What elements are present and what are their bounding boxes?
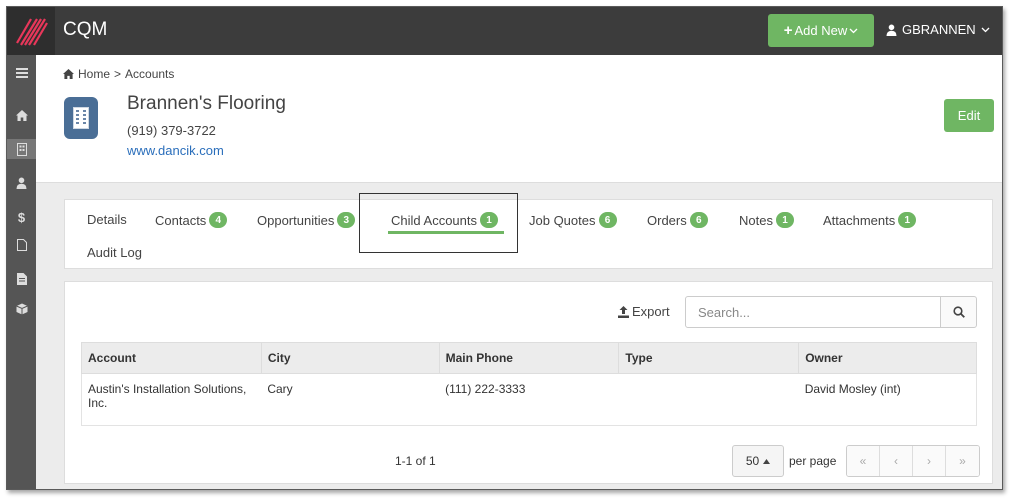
home-icon[interactable]	[7, 105, 36, 125]
tab-attachments[interactable]: Attachments 1	[823, 212, 917, 228]
account-header: Home > Accounts Brannen's Flooring (919)…	[36, 55, 1002, 183]
search-icon	[952, 306, 965, 318]
count-badge: 6	[598, 212, 617, 228]
breadcrumb-separator: >	[114, 67, 122, 81]
user-menu[interactable]: GBRANNEN	[886, 22, 990, 37]
tab-opportunities[interactable]: Opportunities 3	[257, 212, 356, 228]
home-icon[interactable]	[63, 69, 74, 79]
highlight-box	[359, 193, 518, 253]
export-button[interactable]: Export	[618, 304, 670, 319]
per-page-select[interactable]: 50	[732, 445, 784, 477]
tab-label: Job Quotes	[529, 212, 596, 228]
export-label: Export	[632, 304, 670, 319]
tab-contacts[interactable]: Contacts 4	[155, 212, 228, 228]
app-window: CQM + Add New GBRANNEN $ Home > Accounts…	[6, 6, 1003, 490]
count-badge: 4	[209, 212, 228, 228]
pagination-range: 1-1 of 1	[395, 454, 436, 468]
chevron-down-icon	[849, 28, 858, 33]
user-name: GBRANNEN	[902, 22, 976, 37]
table-header-row: Account City Main Phone Type Owner	[81, 342, 977, 374]
last-page-button[interactable]: »	[946, 446, 979, 476]
per-page-value: 50	[745, 454, 760, 468]
account-name: Brannen's Flooring	[127, 93, 286, 114]
tab-label: Details	[87, 212, 127, 227]
top-bar: CQM + Add New GBRANNEN	[7, 7, 1002, 55]
first-page-button[interactable]: «	[847, 446, 880, 476]
edit-button[interactable]: Edit	[944, 99, 994, 132]
cell-account[interactable]: Austin's Installation Solutions, Inc.	[81, 373, 262, 426]
tab-label: Opportunities	[257, 212, 335, 228]
count-badge: 1	[775, 212, 794, 228]
dollar-icon[interactable]: $	[7, 207, 36, 227]
tab-label: Attachments	[823, 212, 896, 228]
prev-page-button[interactable]: ‹	[880, 446, 913, 476]
next-page-button[interactable]: ›	[913, 446, 946, 476]
user-icon	[886, 24, 897, 36]
building-icon	[64, 97, 98, 139]
tab-notes[interactable]: Notes 1	[739, 212, 794, 228]
chevron-down-icon	[981, 27, 990, 32]
tab-label: Contacts	[155, 212, 207, 228]
upload-icon	[618, 305, 629, 318]
per-page-label: per page	[789, 454, 837, 468]
plus-icon: +	[783, 22, 793, 39]
tabs-panel: Details Contacts 4 Opportunities 3 Child…	[64, 193, 993, 269]
tab-orders[interactable]: Orders 6	[647, 212, 708, 228]
tab-audit-log[interactable]: Audit Log	[87, 245, 142, 260]
caret-up-icon	[763, 458, 771, 464]
count-badge: 3	[337, 212, 356, 228]
breadcrumb: Home > Accounts	[63, 67, 174, 81]
account-phone: (919) 379-3722	[127, 123, 216, 138]
search-input[interactable]	[685, 296, 941, 328]
person-icon[interactable]	[7, 173, 36, 193]
cell-city: Cary	[261, 373, 440, 426]
logo-icon[interactable]	[7, 7, 55, 55]
menu-icon[interactable]	[7, 63, 36, 83]
column-header-city[interactable]: City	[260, 342, 440, 374]
tab-label: Audit Log	[87, 245, 142, 260]
breadcrumb-home[interactable]: Home	[78, 67, 110, 81]
cube-icon[interactable]	[7, 299, 36, 319]
building-icon[interactable]	[7, 139, 36, 159]
tab-job-quotes[interactable]: Job Quotes 6	[529, 212, 617, 228]
table-row[interactable]: Austin's Installation Solutions, Inc. Ca…	[81, 373, 977, 426]
search-button[interactable]	[940, 296, 977, 328]
child-accounts-panel: Export Account City Main Phone Type Owne…	[64, 281, 993, 484]
column-header-owner[interactable]: Owner	[798, 342, 977, 374]
add-new-label: Add New	[794, 23, 848, 38]
cell-type	[618, 373, 799, 426]
breadcrumb-current[interactable]: Accounts	[125, 67, 174, 81]
pager: « ‹ › »	[846, 445, 980, 477]
tab-details[interactable]: Details	[87, 212, 127, 227]
sidebar: $	[7, 55, 36, 489]
count-badge: 1	[898, 212, 917, 228]
app-title: CQM	[63, 19, 108, 40]
tab-label: Notes	[739, 212, 773, 228]
column-header-main-phone[interactable]: Main Phone	[438, 342, 620, 374]
tab-label: Orders	[647, 212, 687, 228]
cell-main-phone: (111) 222-3333	[439, 373, 619, 426]
cell-owner: David Mosley (int)	[798, 373, 977, 426]
child-accounts-table: Account City Main Phone Type Owner Austi…	[81, 342, 977, 426]
column-header-account[interactable]: Account	[81, 342, 262, 374]
document-icon[interactable]	[7, 235, 36, 255]
count-badge: 6	[689, 212, 708, 228]
column-header-type[interactable]: Type	[618, 342, 800, 374]
account-website-link[interactable]: www.dancik.com	[127, 143, 224, 158]
add-new-button[interactable]: + Add New	[768, 14, 874, 47]
file-icon[interactable]	[7, 269, 36, 289]
